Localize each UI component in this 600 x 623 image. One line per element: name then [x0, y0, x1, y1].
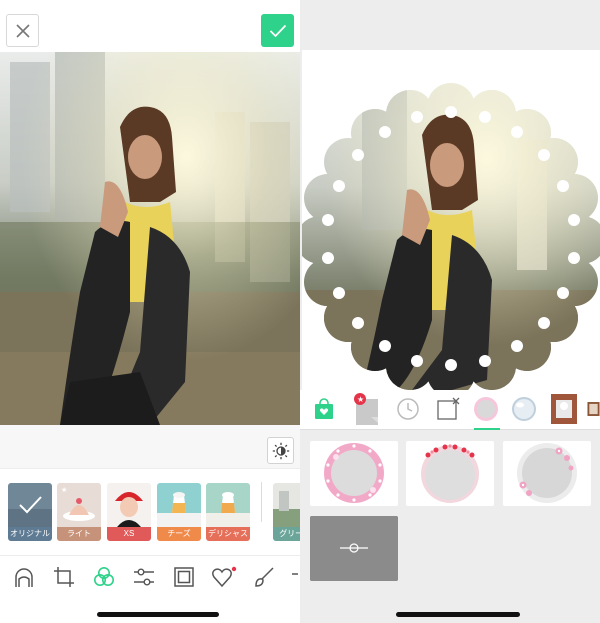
filter-cheese[interactable]: チーズ — [157, 483, 201, 541]
filter-green-thumb — [273, 483, 300, 527]
adjust-bar — [0, 425, 300, 468]
frame-photo-card-button[interactable] — [550, 394, 578, 424]
confirm-button[interactable] — [261, 14, 294, 47]
frame-editor-panel: ★ — [300, 0, 600, 623]
frame-wood-card-button[interactable] — [587, 394, 600, 424]
photo-preview[interactable] — [0, 52, 300, 425]
frame-red-hearts-preview — [421, 444, 479, 503]
face-icon — [15, 568, 33, 587]
filter-divider — [261, 482, 262, 522]
no-frame-icon — [437, 397, 460, 420]
frame-shop-button[interactable] — [310, 394, 338, 424]
filter-label: XS — [107, 527, 151, 541]
frame-tile-pink-dots[interactable] — [310, 441, 398, 506]
frame-grid — [300, 430, 600, 623]
filter-editor-panel: オリジナル ★ ライト XS チーズ デリシャス グリー — [0, 0, 300, 623]
filter-label: ライト — [57, 527, 101, 541]
frame-glass-ball-button[interactable] — [510, 394, 538, 424]
filter-cheese-thumb — [157, 483, 201, 527]
frame-wood-card-icon — [587, 402, 600, 416]
frame-tile-pink-flowers[interactable] — [503, 441, 591, 506]
filter-green[interactable]: グリーン — [273, 483, 300, 541]
filter-delicious[interactable]: デリシャス — [206, 483, 250, 541]
close-button[interactable] — [6, 14, 39, 47]
app-root: オリジナル ★ ライト XS チーズ デリシャス グリー ★ — [0, 0, 600, 623]
brightness-button[interactable] — [267, 437, 294, 464]
checkmark-icon — [269, 24, 286, 37]
close-icon — [15, 23, 30, 38]
filter-xs-thumb — [107, 483, 151, 527]
filter-original[interactable]: オリジナル — [8, 483, 52, 541]
frame-pink-dots-preview — [324, 443, 384, 503]
scalloped-frame-photo — [302, 83, 600, 390]
editor-top-bar — [0, 0, 300, 52]
new-frames-icon: ★ — [354, 393, 378, 425]
filter-icon — [94, 567, 114, 586]
frame-pink-flowers-preview — [517, 443, 577, 503]
frame-new-button[interactable]: ★ — [352, 393, 380, 425]
filter-delicious-thumb — [206, 483, 250, 527]
frame-top-bar — [300, 0, 600, 50]
frame-recent-button[interactable] — [394, 394, 422, 424]
svg-text:★: ★ — [357, 395, 364, 404]
filter-label: チーズ — [157, 527, 201, 541]
frame-none-button[interactable] — [434, 394, 462, 424]
frame-icon — [174, 567, 194, 587]
frame-round-pink-icon — [474, 397, 498, 421]
frame-round-pink-button[interactable] — [472, 394, 500, 424]
recent-clock-icon — [397, 398, 419, 420]
frame-gray-adjust-preview — [310, 516, 398, 581]
dash-icon — [292, 573, 298, 575]
face-tool-button[interactable] — [11, 564, 37, 590]
crop-tool-button[interactable] — [51, 564, 77, 590]
filter-label: オリジナル — [8, 527, 52, 541]
filter-xs[interactable]: XS — [107, 483, 151, 541]
brightness-icon — [272, 442, 289, 459]
shop-bag-icon — [315, 398, 333, 419]
filter-label: デリシャス — [206, 527, 250, 541]
adjust-sliders-icon — [134, 568, 154, 586]
frame-glass-ball-icon — [512, 397, 536, 421]
brush-tool-button[interactable] — [251, 564, 277, 590]
filter-tool-button[interactable] — [91, 564, 117, 590]
frame-tile-red-hearts[interactable] — [406, 441, 494, 506]
filter-label: グリーン — [273, 527, 300, 541]
home-indicator — [396, 612, 520, 617]
filter-original-thumb — [8, 483, 52, 527]
frame-photo-card-icon — [551, 394, 577, 424]
frame-tool-button[interactable] — [171, 564, 197, 590]
sticker-heart-icon — [212, 566, 237, 588]
filter-light[interactable]: ★ ライト — [57, 483, 101, 541]
crop-icon — [54, 567, 74, 587]
filter-strip: オリジナル ★ ライト XS チーズ デリシャス グリー — [0, 468, 300, 554]
sticker-tool-button[interactable] — [211, 564, 237, 590]
more-tool-button[interactable] — [288, 564, 300, 590]
framed-photo-canvas[interactable] — [302, 50, 600, 390]
brush-icon — [255, 567, 274, 587]
svg-text:★: ★ — [61, 486, 67, 494]
frame-category-bar: ★ — [300, 390, 600, 430]
portrait-photo — [0, 52, 300, 425]
frame-tile-gray-adjust[interactable] — [310, 516, 398, 581]
adjust-tool-button[interactable] — [131, 564, 157, 590]
home-indicator — [97, 612, 219, 617]
filter-light-thumb: ★ — [57, 483, 101, 527]
bottom-toolbar — [0, 555, 300, 595]
